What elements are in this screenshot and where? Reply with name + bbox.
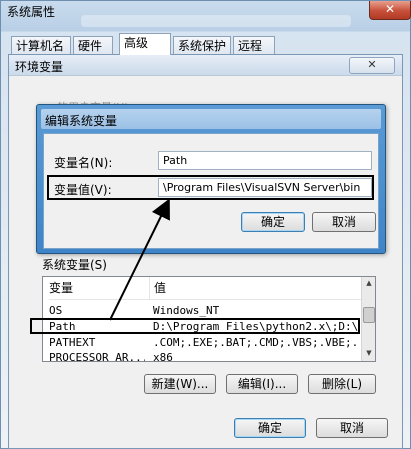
footer-cancel-button[interactable]: 取消 — [316, 418, 388, 438]
tab-advanced[interactable]: 高级 — [119, 33, 171, 55]
new-variable-button[interactable]: 新建(W)... — [144, 374, 216, 394]
edit-variable-button[interactable]: 编辑(I)... — [226, 374, 298, 394]
delete-variable-button[interactable]: 删除(L) — [308, 374, 376, 394]
footer-ok-button[interactable]: 确定 — [234, 418, 306, 438]
